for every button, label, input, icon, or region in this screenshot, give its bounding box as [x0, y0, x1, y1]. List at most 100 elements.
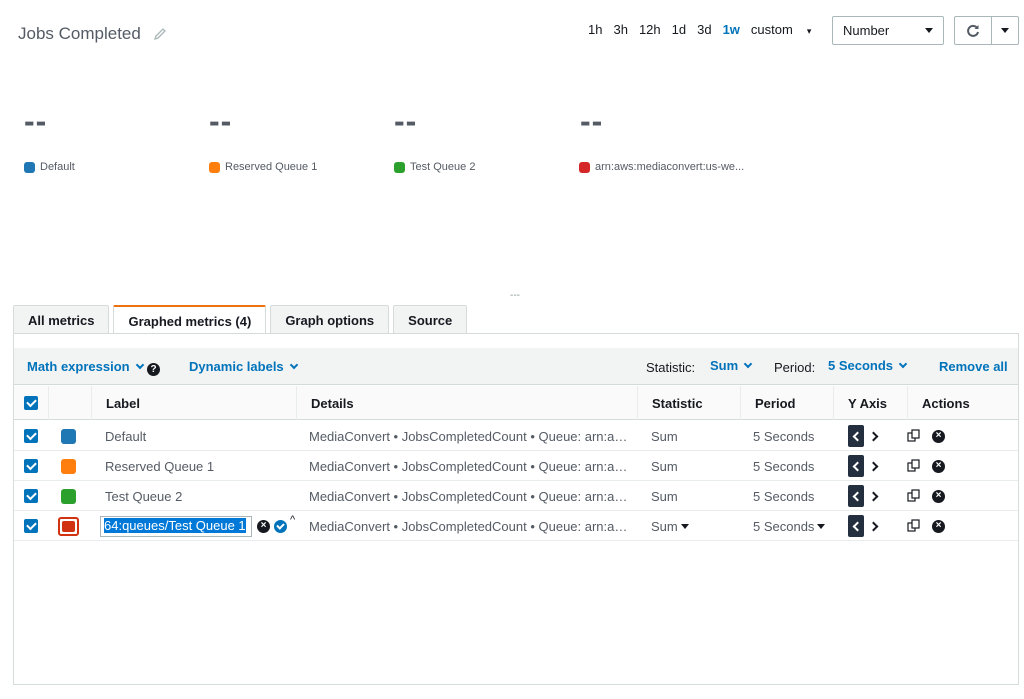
duplicate-icon[interactable]: [907, 429, 921, 443]
legend-label: Reserved Queue 1: [225, 161, 318, 173]
legend-swatch: [394, 161, 405, 173]
summary-value-default: --: [24, 103, 48, 139]
column-header-statistic[interactable]: Statistic: [637, 386, 740, 420]
tab-all-metrics[interactable]: All metrics: [13, 305, 110, 334]
duplicate-icon[interactable]: [907, 519, 921, 533]
row-label[interactable]: Default: [105, 421, 146, 451]
row-period-dropdown[interactable]: 5 Seconds: [753, 511, 826, 541]
time-range-custom[interactable]: custom ▾: [751, 22, 822, 37]
row-period[interactable]: 5 Seconds: [753, 481, 814, 511]
tab-source[interactable]: Source: [393, 305, 468, 334]
time-range-1d[interactable]: 1d: [672, 22, 686, 37]
caret-down-icon: [680, 523, 689, 529]
row-checkbox-cell: [24, 511, 38, 541]
color-swatch-button[interactable]: [61, 458, 76, 474]
remove-icon[interactable]: ×: [932, 429, 945, 443]
time-range-3d[interactable]: 3d: [697, 22, 711, 37]
y-axis-left-button[interactable]: [848, 455, 864, 477]
row-period: 5 Seconds: [753, 518, 815, 534]
color-swatch-button[interactable]: [61, 488, 76, 504]
column-header-actions: Actions: [907, 386, 1018, 420]
collapse-caret-icon[interactable]: ^: [290, 514, 295, 526]
cancel-edit-icon[interactable]: ×: [257, 519, 270, 533]
color-column-header: [48, 386, 91, 420]
row-checkbox[interactable]: [24, 429, 38, 443]
row-actions: ×: [907, 481, 945, 511]
custom-label: custom: [750, 22, 793, 37]
row-checkbox[interactable]: [24, 489, 38, 503]
time-range-3h[interactable]: 3h: [613, 22, 627, 37]
row-statistic[interactable]: Sum: [651, 421, 678, 451]
row-actions: ×: [907, 451, 945, 481]
row-details: MediaConvert • JobsCompletedCount • Queu…: [309, 458, 628, 474]
row-checkbox[interactable]: [24, 459, 38, 473]
remove-icon[interactable]: ×: [932, 489, 945, 503]
row-checkbox[interactable]: [24, 519, 38, 533]
row-label[interactable]: Reserved Queue 1: [105, 451, 214, 481]
row-statistic[interactable]: Sum: [651, 481, 678, 511]
row-statistic-dropdown[interactable]: Sum: [651, 511, 689, 541]
row-checkbox-cell: [24, 451, 38, 481]
summary-value-test-queue-2: --: [394, 103, 418, 139]
remove-icon[interactable]: ×: [932, 519, 945, 533]
dynamic-labels-dropdown[interactable]: Dynamic labels: [189, 359, 298, 374]
remove-all-button[interactable]: Remove all: [939, 359, 1008, 374]
color-swatch-button[interactable]: [58, 516, 79, 536]
row-period[interactable]: 5 Seconds: [753, 451, 814, 481]
row-label[interactable]: Test Queue 2: [105, 481, 182, 511]
time-range-1h[interactable]: 1h: [588, 22, 602, 37]
resize-handle[interactable]: ---: [510, 290, 520, 301]
y-axis-right-button[interactable]: [868, 485, 882, 507]
legend-swatch: [579, 161, 590, 173]
tab-graphed-metrics[interactable]: Graphed metrics (4): [113, 305, 267, 335]
row-statistic[interactable]: Sum: [651, 451, 678, 481]
column-header-details[interactable]: Details: [296, 386, 637, 420]
label-edit-cell: 64:queues/Test Queue 1 × ^: [100, 511, 295, 541]
y-axis-left-button[interactable]: [848, 515, 864, 537]
chevron-down-icon: [898, 359, 908, 369]
y-axis-right-button[interactable]: [868, 455, 882, 477]
row-details: MediaConvert • JobsCompletedCount • Queu…: [309, 518, 628, 534]
period-dropdown[interactable]: 5 Seconds: [828, 358, 908, 373]
statistic-dropdown[interactable]: Sum: [710, 358, 753, 373]
caret-down-icon: [817, 523, 826, 529]
metrics-toolbar: Math expression ? Dynamic labels Statist…: [14, 348, 1018, 385]
legend-swatch: [24, 161, 35, 173]
legend-label: Test Queue 2: [410, 161, 476, 173]
y-axis-left-button[interactable]: [848, 485, 864, 507]
y-axis-right-button[interactable]: [868, 425, 882, 447]
time-range-selector: 1h 3h 12h 1d 3d 1w custom ▾: [588, 22, 833, 37]
legend-item-test-queue-2: Test Queue 2: [394, 161, 475, 173]
row-checkbox-cell: [24, 481, 38, 511]
label-edit-input[interactable]: 64:queues/Test Queue 1: [100, 515, 252, 537]
legend-item-reserved-queue-1: Reserved Queue 1: [209, 161, 317, 173]
summary-value-arn: --: [580, 103, 604, 139]
refresh-options-dropdown[interactable]: [992, 17, 1018, 44]
y-axis-right-button[interactable]: [868, 515, 882, 537]
time-range-12h[interactable]: 12h: [639, 22, 661, 37]
duplicate-icon[interactable]: [907, 489, 921, 503]
tab-graph-options[interactable]: Graph options: [270, 305, 390, 334]
help-icon[interactable]: ?: [147, 363, 160, 376]
column-header-period[interactable]: Period: [740, 386, 833, 420]
refresh-icon: [967, 24, 979, 37]
confirm-edit-icon[interactable]: [274, 519, 287, 533]
view-type-select[interactable]: Number: [832, 16, 944, 45]
math-expression-dropdown[interactable]: Math expression: [27, 359, 144, 374]
refresh-button[interactable]: [955, 17, 991, 44]
pencil-icon[interactable]: [153, 27, 167, 41]
y-axis-left-button[interactable]: [848, 425, 864, 447]
color-swatch-button[interactable]: [61, 428, 76, 444]
row-period[interactable]: 5 Seconds: [753, 421, 814, 451]
row-statistic: Sum: [651, 518, 678, 534]
label-edit-text: 64:queues/Test Queue 1: [104, 517, 246, 533]
row-actions: ×: [907, 421, 945, 451]
remove-icon[interactable]: ×: [932, 459, 945, 473]
column-header-y-axis[interactable]: Y Axis: [833, 386, 907, 420]
column-header-label[interactable]: Label: [91, 386, 296, 420]
summary-value-reserved-queue-1: --: [209, 103, 233, 139]
time-range-1w[interactable]: 1w: [723, 22, 740, 37]
duplicate-icon[interactable]: [907, 459, 921, 473]
row-color-cell: [61, 481, 76, 511]
select-all-checkbox[interactable]: [24, 396, 38, 410]
